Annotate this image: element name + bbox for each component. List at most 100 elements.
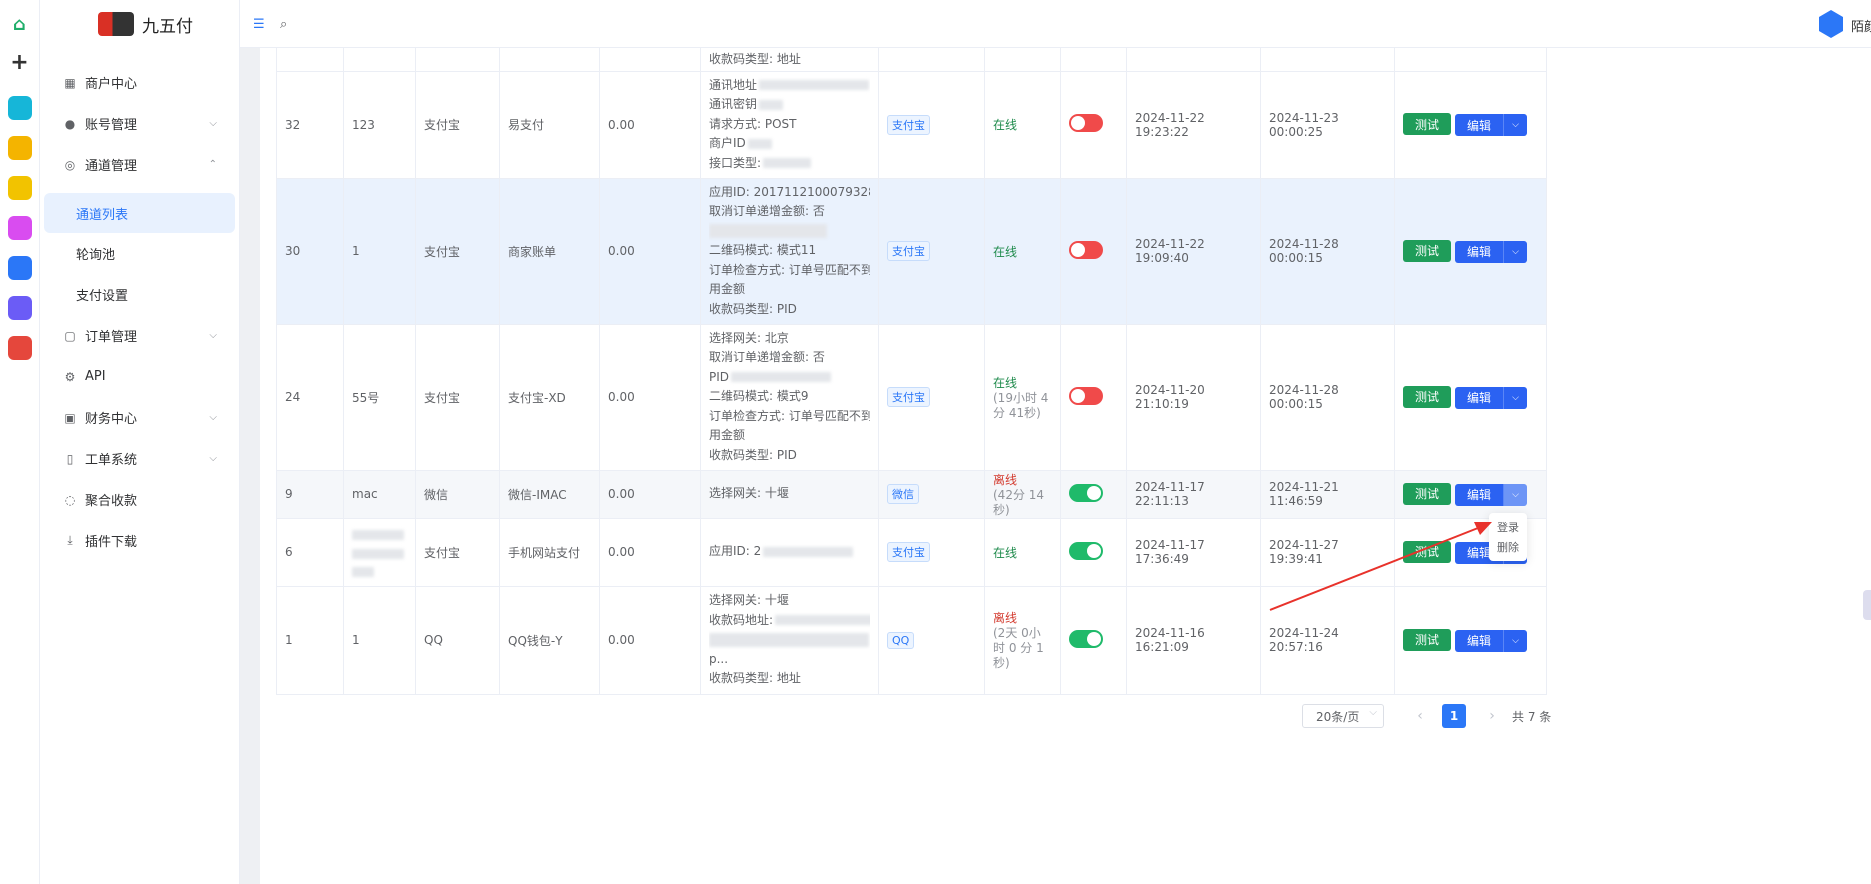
edit-button[interactable]: 编辑 [1455, 240, 1503, 263]
chevron-down-icon[interactable]: ⌵ [1503, 629, 1527, 652]
channel-icon: ◎ [64, 157, 76, 172]
cell-actions: 测试编辑⌵ [1394, 470, 1547, 519]
enable-toggle[interactable] [1069, 114, 1103, 132]
pay-type-tag: 支付宝 [887, 542, 930, 562]
cell-expires: 2024-11-23 00:00:25 [1260, 71, 1395, 179]
sidebar-item-label: 通道列表 [76, 207, 129, 223]
cell-name: 1 [343, 178, 416, 325]
test-button[interactable]: 测试 [1403, 239, 1451, 262]
test-button[interactable]: 测试 [1403, 628, 1451, 651]
sidebar-item[interactable]: ◎ 通道管理 ⌃ [40, 144, 239, 185]
test-button[interactable]: 测试 [1403, 385, 1451, 408]
ai-gradient-icon[interactable] [7, 216, 32, 240]
config-line: 订单检查方式: 订单号匹配不到则使 [709, 262, 870, 277]
test-button[interactable]: 测试 [1403, 540, 1451, 563]
table-row: 32 123 支付宝 易支付 0.00 通讯地址 通讯密钥 请求方式: POST 商户ID 接口类… [276, 71, 1547, 179]
logo[interactable]: 九五付 [40, 0, 239, 48]
config-line [709, 630, 870, 649]
pay-type-tag: QQ [887, 631, 915, 649]
sidebar-item-label: 聚合收款 [85, 494, 138, 509]
sidebar-item[interactable]: ▢ 订单管理 ⌵ [40, 315, 239, 356]
cell-balance: 0.00 [599, 518, 701, 587]
sidebar-item[interactable]: ▯ 工单系统 ⌵ [40, 438, 239, 479]
chevron-down-icon[interactable]: ⌵ [1503, 240, 1527, 263]
config-line: 收款码地址: [709, 611, 870, 630]
enable-toggle[interactable] [1069, 541, 1103, 560]
cell-expires: 2024-11-27 19:39:41 [1260, 518, 1395, 587]
collapse-menu-icon[interactable]: ☰ [253, 17, 265, 32]
sidebar-item[interactable]: 通道列表 [44, 193, 235, 233]
app-cyan-icon[interactable] [7, 96, 32, 120]
username[interactable]: 陌颜 [1851, 16, 1871, 35]
sidebar-item[interactable]: ◌ 聚合收款 [40, 479, 239, 520]
star-app-icon[interactable] [7, 136, 32, 160]
edit-button[interactable]: 编辑 [1455, 114, 1503, 136]
chat-bot-icon[interactable] [7, 176, 32, 200]
sidebar-item[interactable]: ▣ 财务中心 ⌵ [40, 397, 239, 438]
finance-icon: ▣ [64, 410, 76, 425]
enable-toggle[interactable] [1069, 483, 1103, 502]
enable-toggle[interactable] [1069, 386, 1103, 405]
cell-actions: 测试编辑⌵ [1394, 586, 1547, 695]
sidebar-item-label: 支付设置 [76, 289, 129, 304]
dropdown-item-delete[interactable]: 删除 [1489, 537, 1527, 557]
page-number-current[interactable]: 1 [1442, 704, 1466, 728]
sidebar-item-label: 商户中心 [85, 77, 138, 92]
ai-blue-icon[interactable] [7, 256, 32, 280]
coins-icon: ◌ [64, 492, 76, 507]
chevron-down-icon[interactable]: ⌵ [1503, 483, 1527, 506]
dropdown-item-login[interactable]: 登录 [1489, 517, 1527, 537]
config-line: 选择网关: 十堰 [709, 593, 789, 608]
sidebar-menu: ▦ 商户中心 ● 账号管理 ⌵ ◎ 通道管理 ⌃ 通道列表 轮询池 支付设置 ▢ 订单管理 ⌵ ⚙ API ▣ 财… [40, 62, 239, 561]
edit-button[interactable]: 编辑 [1455, 386, 1503, 409]
sidebar-item[interactable]: ▦ 商户中心 [40, 62, 239, 103]
cell-name: 123 [343, 71, 416, 179]
next-page-icon[interactable]: › [1480, 708, 1504, 724]
pay-type-tag: 支付宝 [887, 114, 930, 135]
page-size-select[interactable]: 20条/页 [1302, 704, 1384, 728]
enable-toggle[interactable] [1069, 240, 1103, 259]
book-icon: ▯ [66, 451, 74, 466]
test-button[interactable]: 测试 [1403, 482, 1451, 505]
cell-config: 应用ID: 2 [700, 518, 879, 587]
sidebar-item[interactable]: ⚙ API [40, 356, 239, 397]
cell-status: 在线 [984, 71, 1061, 179]
cell-tag: 支付宝 [878, 324, 985, 471]
chevron-down-icon[interactable]: ⌵ [1503, 386, 1527, 409]
cell-plugin [499, 48, 600, 72]
cell-type: 支付宝 [415, 324, 500, 471]
sidebar-item-label: API [85, 369, 106, 384]
sidebar-item[interactable]: 轮询池 [40, 233, 239, 274]
chevron-icon: ⌵ [209, 330, 217, 341]
cell-switch [1060, 178, 1127, 325]
test-button[interactable]: 测试 [1403, 113, 1451, 135]
home-icon[interactable]: ⌂ [8, 12, 32, 36]
cell-type: 支付宝 [415, 178, 500, 325]
sidebar-item-label: 订单管理 [85, 330, 138, 345]
config-line: 用金额 [709, 282, 746, 297]
cell-tag: 支付宝 [878, 71, 985, 179]
brand-hex-icon[interactable] [1819, 10, 1843, 38]
cell-plugin: 商家账单 [499, 178, 600, 325]
pay-type-tag: 支付宝 [887, 387, 930, 407]
search-icon[interactable]: ⌕ [280, 17, 287, 32]
table-row: 24 55号 支付宝 支付宝-XD 0.00 选择网关: 北京 取消订单递增金额: 否 PID… [276, 324, 1547, 471]
table-row: 收款码类型: 地址 [276, 48, 1547, 72]
cell-balance: 0.00 [599, 470, 701, 519]
gamepad-icon[interactable] [7, 336, 32, 360]
enable-toggle[interactable] [1069, 629, 1103, 648]
cell-switch [1060, 586, 1127, 695]
chevron-down-icon[interactable]: ⌵ [1503, 114, 1527, 136]
config-line: 取消订单递增金额: 否 [709, 204, 825, 219]
plus-icon[interactable]: + [8, 50, 32, 75]
cell-plugin: 易支付 [499, 71, 600, 179]
ghost-bot-icon[interactable] [7, 296, 32, 320]
sidebar-item[interactable]: ⤓ 插件下载 [40, 520, 239, 561]
status-duration: (2天 0小时 0 分 1秒) [993, 626, 1044, 670]
edit-button[interactable]: 编辑 [1455, 629, 1503, 652]
sidebar-item[interactable]: ● 账号管理 ⌵ [40, 103, 239, 144]
edit-button[interactable]: 编辑 [1455, 483, 1503, 506]
edge-float-handle[interactable] [1863, 590, 1871, 620]
prev-page-icon[interactable]: ‹ [1408, 708, 1432, 724]
sidebar-item[interactable]: 支付设置 [40, 274, 239, 315]
